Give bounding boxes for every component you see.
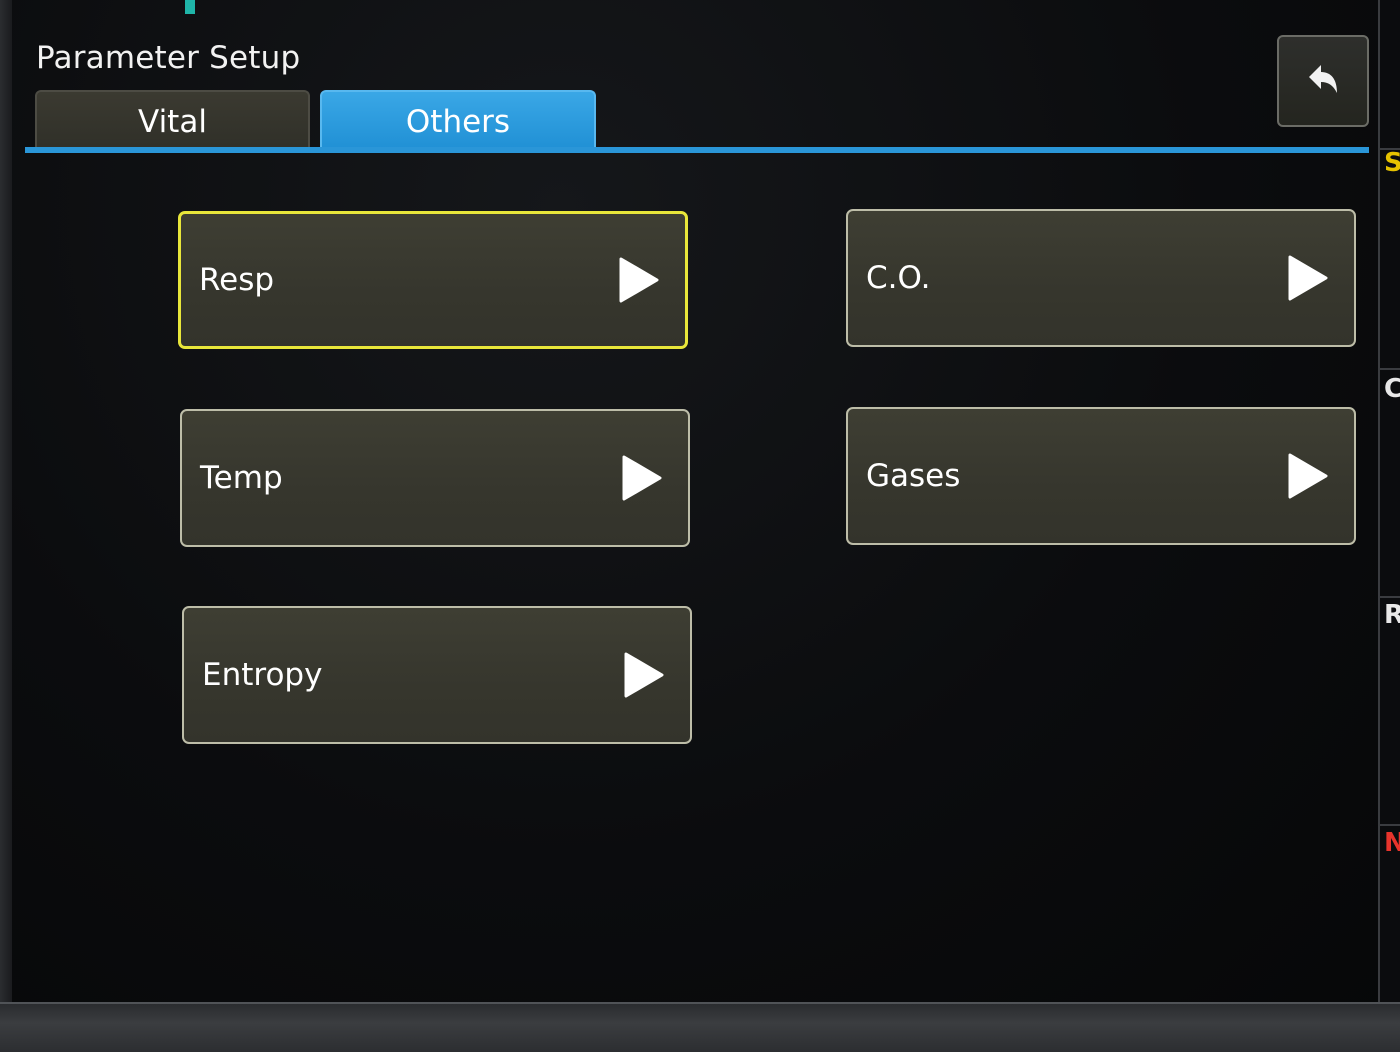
side-label-r: R (1384, 600, 1400, 630)
arrow-right-icon (1288, 453, 1328, 499)
side-label-s: S (1384, 148, 1400, 178)
resp-label: Resp (199, 262, 275, 298)
arrow-right-icon (624, 652, 664, 698)
monitor-screen: Parameter Setup Vital Others Resp C.O. T… (0, 0, 1400, 1052)
arrow-right-icon (622, 455, 662, 501)
side-label-n: N (1384, 828, 1400, 858)
co-button[interactable]: C.O. (846, 209, 1356, 347)
entropy-label: Entropy (202, 657, 323, 693)
monitor-bezel-left (0, 0, 12, 1004)
tab-others-label: Others (405, 104, 511, 140)
tab-others[interactable]: Others (320, 90, 596, 152)
side-divider (1380, 596, 1400, 598)
entropy-button[interactable]: Entropy (182, 606, 692, 744)
arrow-right-icon (619, 257, 659, 303)
co-label: C.O. (866, 260, 931, 296)
tab-vital[interactable]: Vital (35, 90, 310, 152)
back-button[interactable] (1277, 35, 1369, 127)
side-divider (1380, 824, 1400, 826)
side-label-c: C (1384, 374, 1400, 404)
temp-button[interactable]: Temp (180, 409, 690, 547)
tab-vital-label: Vital (138, 104, 207, 140)
page-title: Parameter Setup (36, 40, 301, 76)
back-arrow-icon (1309, 65, 1337, 93)
arrow-right-icon (1288, 255, 1328, 301)
gases-label: Gases (866, 458, 961, 494)
side-divider (1380, 368, 1400, 370)
gases-button[interactable]: Gases (846, 407, 1356, 545)
monitor-bezel-bottom (0, 1002, 1400, 1052)
tab-divider (25, 147, 1369, 153)
resp-button[interactable]: Resp (178, 211, 688, 349)
status-marker (185, 0, 195, 14)
temp-label: Temp (200, 460, 283, 496)
